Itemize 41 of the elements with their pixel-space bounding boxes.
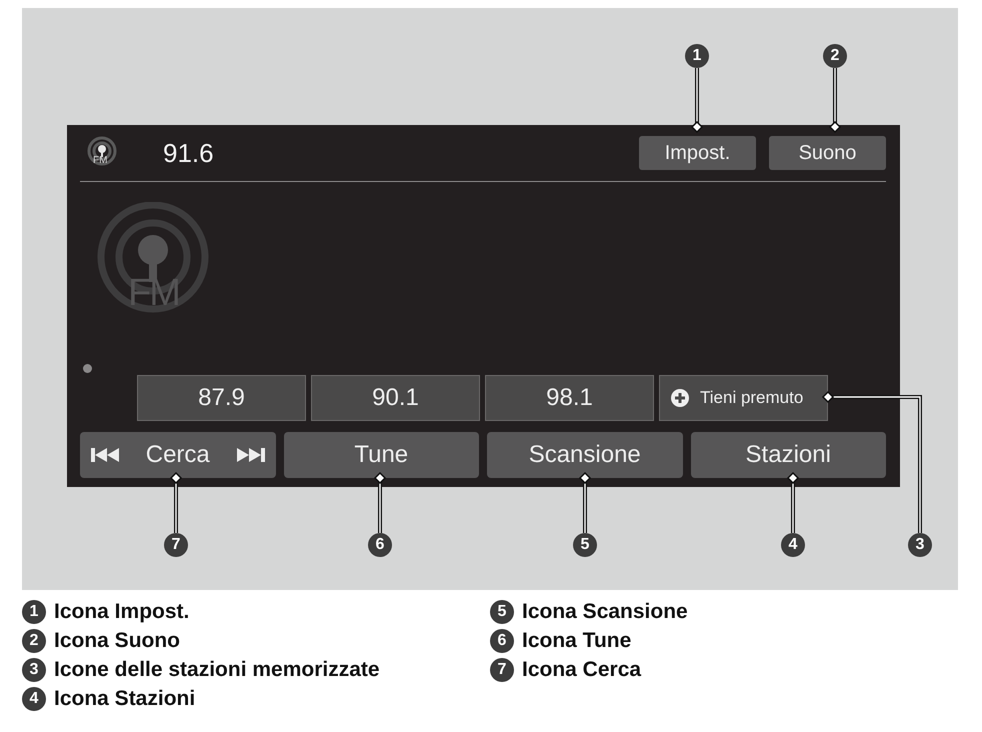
legend-text: Icone delle stazioni memorizzate [54, 658, 380, 682]
frequency-text: 91.6 [163, 138, 214, 168]
control-button[interactable]: Cerca [80, 432, 276, 478]
callout-number: 2 [823, 44, 847, 68]
callout-number: 5 [573, 533, 597, 557]
leader-line [170, 472, 182, 533]
leader-line [786, 472, 800, 533]
page-dot [83, 364, 92, 373]
plus-icon [670, 388, 690, 408]
legend-number: 1 [22, 600, 46, 624]
legend-number: 5 [490, 600, 514, 624]
legend-number: 6 [490, 629, 514, 653]
callout-number: 7 [164, 533, 188, 557]
callout-number: 1 [685, 44, 709, 68]
callout-number: 4 [781, 533, 805, 557]
preset-button[interactable]: 87.9 [137, 375, 306, 421]
control-button[interactable]: Tune [284, 432, 479, 478]
legend-number: 3 [22, 658, 46, 682]
top-button[interactable]: Suono [769, 136, 886, 170]
legend-text: Icona Tune [522, 629, 632, 653]
legend-text: Icona Impost. [54, 600, 190, 624]
preset-button[interactable]: 98.1 [485, 375, 654, 421]
skip-back-icon [90, 447, 122, 463]
leader-line [828, 68, 842, 134]
leader-line [374, 472, 386, 533]
preset-button[interactable]: 90.1 [311, 375, 480, 421]
legend-number: 4 [22, 687, 46, 711]
legend-text: Icona Suono [54, 629, 180, 653]
leader-line [578, 472, 592, 533]
preset-button[interactable]: Tieni premuto [659, 375, 828, 421]
control-button[interactable]: Scansione [487, 432, 682, 478]
leader-line [690, 68, 704, 134]
top-button[interactable]: Impost. [639, 136, 756, 170]
control-button[interactable]: Stazioni [690, 432, 886, 478]
legend-text: Icona Stazioni [54, 687, 196, 711]
legend-text: Icona Scansione [522, 600, 688, 624]
callout-number: 6 [368, 533, 392, 557]
callout-number: 3 [908, 533, 932, 557]
legend-number: 7 [490, 658, 514, 682]
legend-text: Icona Cerca [522, 658, 642, 682]
legend-number: 2 [22, 629, 46, 653]
